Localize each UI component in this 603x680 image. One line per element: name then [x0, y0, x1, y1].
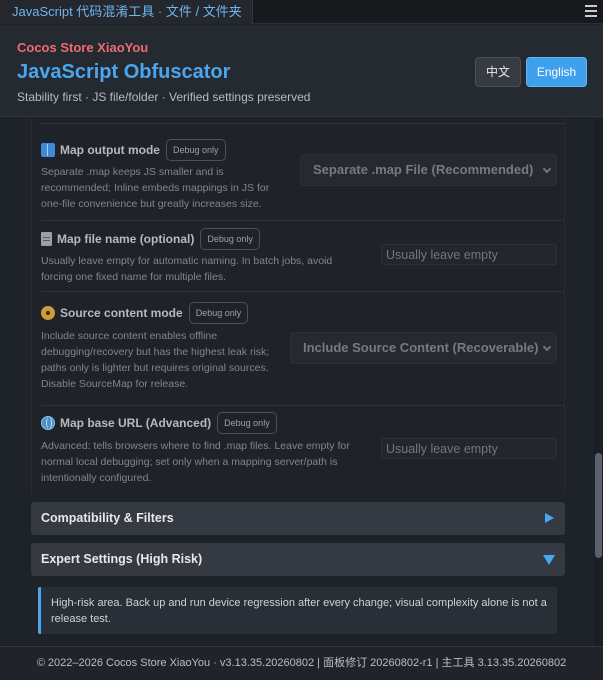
setting-title: Map base URL (Advanced) — [60, 416, 212, 430]
source-content-mode-select[interactable]: Include Source Content (Recoverable) — [290, 332, 557, 364]
setting-header: Map output mode Debug only — [41, 139, 226, 161]
sourcemap-settings-panel: Map output mode Debug only Separate .map… — [31, 118, 565, 494]
map-output-mode-select[interactable]: Separate .map File (Recommended) — [300, 154, 557, 186]
setting-header: Map file name (optional) Debug only — [41, 228, 260, 250]
setting-title: Map file name (optional) — [57, 232, 195, 246]
title-bar: JavaScript 代码混淆工具 · 文件 / 文件夹 — [0, 0, 603, 24]
section-compatibility-filters[interactable]: Compatibility & Filters — [31, 502, 565, 535]
settings-scroll-area: Map output mode Debug only Separate .map… — [0, 118, 594, 646]
debug-only-badge: Debug only — [217, 412, 277, 434]
map-file-name-input[interactable] — [381, 244, 557, 265]
language-english-button[interactable]: English — [526, 57, 587, 87]
setting-map-file-name: Map file name (optional) Debug only Usua… — [41, 221, 565, 292]
brand-name: Cocos Store XiaoYou — [17, 40, 149, 55]
debug-only-badge: Debug only — [200, 228, 260, 250]
window-title[interactable]: JavaScript 代码混淆工具 · 文件 / 文件夹 — [0, 0, 253, 24]
section-label: Expert Settings (High Risk) — [41, 552, 203, 566]
setting-description: Include source content enables offline d… — [41, 330, 270, 390]
chevron-down-icon — [542, 164, 552, 174]
select-value: Separate .map File (Recommended) — [313, 162, 534, 177]
map-base-url-input[interactable] — [381, 438, 557, 459]
vertical-scrollbar[interactable] — [594, 118, 603, 646]
setting-description: Usually leave empty for automatic naming… — [41, 255, 333, 283]
setting-title: Map output mode — [60, 143, 160, 157]
page-title: JavaScript Obfuscator — [17, 61, 231, 83]
setting-source-content-mode: Source content mode Debug only Include s… — [41, 292, 565, 406]
app-header: Cocos Store XiaoYou JavaScript Obfuscato… — [0, 25, 603, 117]
setting-header: Source content mode Debug only — [41, 302, 249, 324]
triangle-down-icon — [543, 555, 555, 565]
setting-description: Separate .map keeps JS smaller and is re… — [41, 166, 270, 210]
language-chinese-button[interactable]: 中文 — [475, 57, 521, 87]
setting-map-output-mode: Map output mode Debug only Separate .map… — [41, 124, 565, 221]
triangle-right-icon — [545, 513, 554, 523]
scrollbar-thumb[interactable] — [595, 453, 602, 558]
section-expert-settings[interactable]: Expert Settings (High Risk) — [31, 543, 565, 576]
high-risk-warning: High-risk area. Back up and run device r… — [38, 587, 557, 634]
select-value: Include Source Content (Recoverable) — [303, 340, 539, 355]
section-label: Compatibility & Filters — [41, 511, 174, 525]
setting-header: Map base URL (Advanced) Debug only — [41, 412, 277, 434]
setting-map-base-url: Map base URL (Advanced) Debug only Advan… — [41, 406, 565, 494]
globe-icon — [41, 416, 55, 430]
hamburger-menu-icon[interactable] — [585, 5, 597, 18]
document-icon — [41, 232, 52, 246]
debug-only-badge: Debug only — [188, 302, 249, 324]
setting-description: Advanced: tells browsers where to find .… — [41, 440, 350, 484]
disc-icon — [41, 306, 55, 320]
footer-version-info: © 2022–2026 Cocos Store XiaoYou · v3.13.… — [0, 646, 603, 680]
book-icon — [41, 143, 55, 157]
page-subtitle: Stability first · JS file/folder · Verif… — [17, 90, 311, 104]
setting-title: Source content mode — [60, 306, 183, 320]
debug-only-badge: Debug only — [165, 139, 226, 161]
chevron-down-icon — [542, 342, 552, 352]
